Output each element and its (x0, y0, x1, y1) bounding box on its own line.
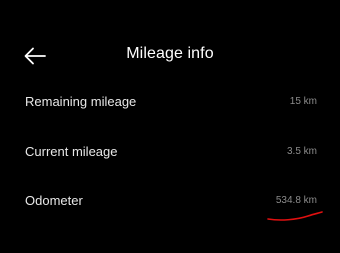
remaining-mileage-row: Remaining mileage 15 km (0, 83, 340, 123)
header-bar: Mileage info (0, 36, 340, 76)
odometer-value: 534.8 km (275, 195, 317, 206)
current-mileage-value: 3.5 km (286, 146, 317, 157)
mileage-info-screen: Mileage info Remaining mileage 15 km Cur… (0, 0, 340, 253)
remaining-mileage-label: Remaining mileage (25, 94, 137, 109)
odometer-label: Odometer (25, 193, 83, 208)
current-mileage-label: Current mileage (25, 144, 118, 159)
remaining-mileage-value: 15 km (289, 96, 317, 107)
current-mileage-row: Current mileage 3.5 km (0, 133, 340, 173)
odometer-row: Odometer 534.8 km (0, 182, 340, 222)
page-title: Mileage info (126, 45, 214, 62)
